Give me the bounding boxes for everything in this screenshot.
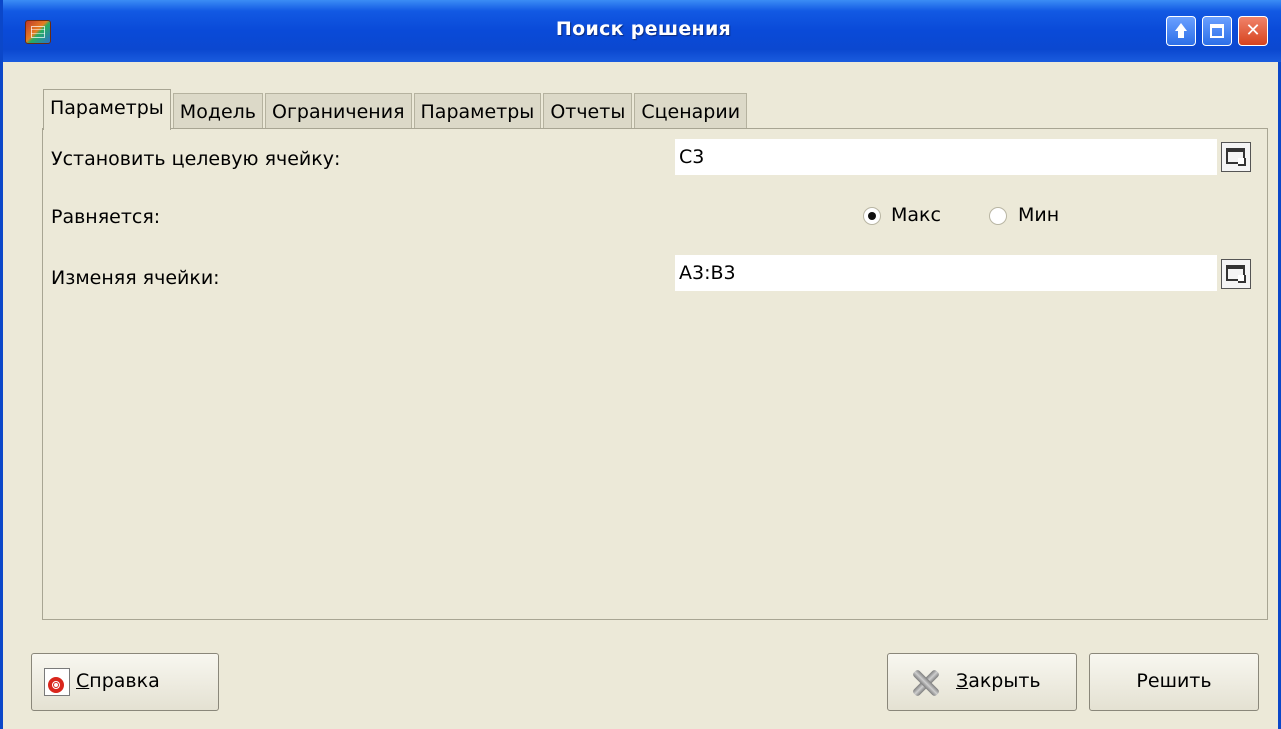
tab-bar: Параметры Модель Ограничения Параметры О… (43, 89, 749, 130)
tab-parameters[interactable]: Параметры (43, 89, 171, 130)
max-radio[interactable] (863, 207, 881, 225)
roll-up-button[interactable] (1166, 16, 1196, 46)
max-radio-label[interactable]: Макс (891, 204, 941, 226)
close-window-button[interactable]: ✕ (1238, 16, 1268, 46)
maximize-button[interactable] (1202, 16, 1232, 46)
help-button[interactable]: Справка (31, 653, 219, 711)
help-button-label: Справка (76, 670, 160, 692)
min-radio[interactable] (989, 207, 1007, 225)
lifebuoy-icon (44, 668, 70, 696)
close-button[interactable]: Закрыть (887, 653, 1077, 711)
parameters-panel: Установить целевую ячейку: C3 Равняется:… (42, 128, 1268, 620)
tab-scenarios[interactable]: Сценарии (634, 93, 748, 130)
target-cell-input[interactable]: C3 (675, 139, 1217, 175)
tab-model[interactable]: Модель (172, 93, 263, 130)
window-title: Поиск решения (555, 18, 732, 40)
cell-range-picker-icon[interactable] (1221, 142, 1251, 172)
tab-parameters-2[interactable]: Параметры (413, 93, 542, 130)
tab-reports[interactable]: Отчеты (543, 93, 633, 130)
min-radio-label[interactable]: Мин (1018, 204, 1059, 226)
title-bar[interactable]: Поиск решения ✕ (3, 0, 1281, 62)
solve-button[interactable]: Решить (1089, 653, 1259, 711)
solver-dialog: Поиск решения ✕ Параметры Модель Огранич… (0, 0, 1281, 729)
close-button-label: Закрыть (956, 670, 1041, 692)
tab-constraints[interactable]: Ограничения (264, 93, 412, 130)
solve-button-label: Решить (1136, 670, 1212, 692)
changing-cells-input[interactable]: A3:B3 (675, 255, 1217, 291)
equals-label: Равняется: (51, 206, 161, 228)
x-icon (910, 669, 940, 697)
cell-range-picker-icon[interactable] (1221, 259, 1251, 289)
changing-cells-label: Изменяя ячейки: (51, 267, 220, 289)
target-cell-label: Установить целевую ячейку: (51, 148, 341, 170)
